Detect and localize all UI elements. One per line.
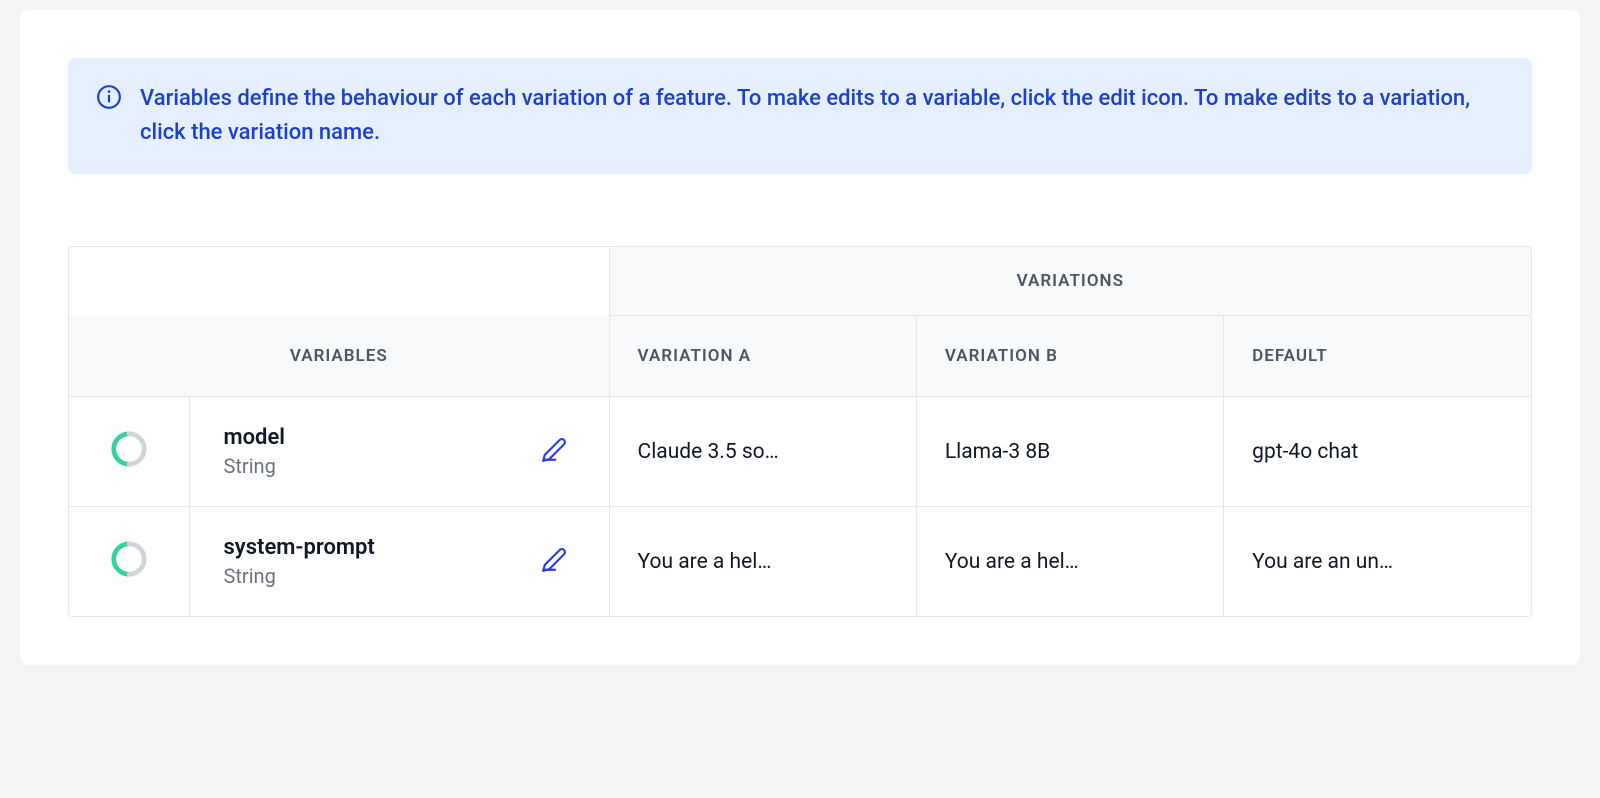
info-icon (96, 84, 122, 114)
info-banner-text: Variables define the behaviour of each v… (140, 82, 1504, 150)
column-header-variation-b[interactable]: VARIATION B (916, 316, 1223, 397)
variable-value-variation-a[interactable]: Claude 3.5 so… (609, 397, 916, 507)
table-row: system-prompt String (69, 507, 1531, 617)
variable-value-default[interactable]: gpt-4o chat (1224, 397, 1531, 507)
variable-name-cell: system-prompt String (189, 507, 499, 617)
column-header-default[interactable]: DEFAULT (1224, 316, 1531, 397)
edit-icon (541, 437, 567, 466)
variables-table: VARIATIONS VARIABLES VARIATION A VARIATI… (68, 246, 1532, 617)
variable-type: String (224, 564, 472, 588)
edit-icon (541, 547, 567, 576)
string-type-icon (110, 540, 148, 584)
variable-name-cell: model String (189, 397, 499, 507)
variable-value-variation-b[interactable]: You are a hel… (916, 507, 1223, 617)
table-row: model String Clau (69, 397, 1531, 507)
variables-header: VARIABLES (69, 316, 609, 397)
edit-variable-button[interactable] (535, 431, 573, 472)
edit-variable-button[interactable] (535, 541, 573, 582)
variable-type-icon-cell (69, 397, 189, 507)
string-type-icon (110, 430, 148, 474)
variable-name: system-prompt (224, 535, 472, 560)
variable-value-default[interactable]: You are an un… (1224, 507, 1531, 617)
variable-type-icon-cell (69, 507, 189, 617)
variable-value-variation-a[interactable]: You are a hel… (609, 507, 916, 617)
variations-group-header: VARIATIONS (609, 247, 1531, 316)
info-banner: Variables define the behaviour of each v… (68, 58, 1532, 174)
column-header-variation-a[interactable]: VARIATION A (609, 316, 916, 397)
variable-value-variation-b[interactable]: Llama-3 8B (916, 397, 1223, 507)
variable-name: model (224, 425, 472, 450)
variables-panel: Variables define the behaviour of each v… (20, 10, 1580, 665)
variable-type: String (224, 454, 472, 478)
